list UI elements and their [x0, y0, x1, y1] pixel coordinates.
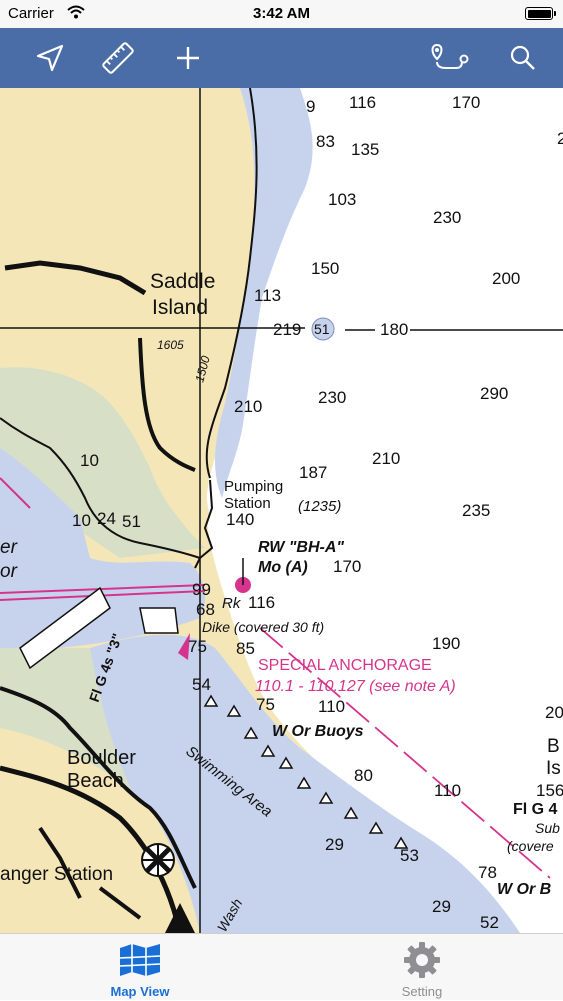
place-label-island: Island: [152, 296, 208, 319]
place-label-b: B: [547, 736, 560, 757]
battery-icon: [525, 7, 556, 20]
status-bar: Carrier 3:42 AM: [0, 0, 563, 28]
place-label-special: SPECIAL ANCHORAGE: [258, 657, 432, 674]
depth-sounding: 116: [248, 593, 275, 612]
place-label-beach: Beach: [67, 770, 124, 792]
depth-sounding: 210: [372, 449, 400, 468]
place-label-wor: W Or B: [497, 881, 551, 898]
place-label-is: Is: [546, 758, 561, 779]
depth-sounding: 20: [545, 703, 563, 722]
depth-sounding: 85: [236, 639, 255, 658]
place-label-mo: Mo (A): [258, 559, 308, 576]
place-label-or: or: [0, 561, 18, 582]
ruler-icon[interactable]: [100, 40, 136, 76]
place-label-ranger: anger Station: [0, 864, 113, 885]
depth-sounding: 29: [432, 897, 451, 916]
depth-sounding: 235: [462, 501, 490, 520]
tab-bar: Map View Setting: [0, 933, 563, 1000]
depth-sounding: 190: [432, 634, 460, 653]
depth-sounding: 53: [400, 846, 419, 865]
depth-sounding: 54: [192, 675, 211, 694]
depth-sounding: 83: [316, 132, 335, 151]
depth-sounding: 170: [333, 557, 361, 576]
depth-sounding: 103: [328, 190, 356, 209]
search-icon[interactable]: [505, 40, 541, 76]
place-label-dike: Dike (covered 30 ft): [202, 619, 324, 635]
depth-sounding: 116: [349, 93, 376, 112]
depth-sounding: 150: [311, 259, 339, 278]
depth-sounding: 290: [480, 384, 508, 403]
depth-sounding: 113: [254, 286, 281, 305]
dike-structure: [139, 607, 179, 634]
place-label-boulder: Boulder: [67, 747, 136, 769]
tab-label-setting: Setting: [401, 984, 443, 999]
depth-sounding: 219: [273, 320, 301, 339]
place-label-flg4: Fl G 4: [513, 801, 558, 818]
depth-sounding: 29: [325, 835, 344, 854]
place-label-h1605: 1605: [157, 338, 184, 352]
depth-sounding: 230: [433, 208, 461, 227]
depth-sounding: 52: [480, 913, 499, 932]
depth-sounding: 110: [434, 781, 461, 800]
tab-map-view[interactable]: Map View: [70, 934, 210, 1001]
place-label-er: er: [0, 537, 18, 558]
depth-sounding: 51: [122, 512, 141, 531]
depth-sounding: 110: [318, 697, 345, 716]
place-label-covered: (covere: [507, 838, 554, 854]
depth-sounding: 10: [72, 511, 91, 530]
depth-sounding: 99: [192, 580, 211, 599]
depth-sounding: 156: [536, 781, 563, 800]
gear-icon: [400, 942, 444, 978]
tab-label-map-view: Map View: [110, 984, 170, 999]
depth-sounding: 10: [80, 451, 99, 470]
depth-sounding: 170: [452, 93, 480, 112]
plus-icon[interactable]: [170, 40, 206, 76]
place-label-c51: 51: [314, 321, 330, 337]
depth-sounding: 187: [299, 463, 327, 482]
place-label-saddle: Saddle: [150, 270, 215, 293]
location-arrow-icon[interactable]: [32, 40, 68, 76]
route-icon[interactable]: [428, 40, 472, 76]
depth-sounding: 75: [256, 695, 275, 714]
place-label-range: 110.1 - 110.127 (see note A): [255, 678, 456, 695]
chart-canvas[interactable]: Saddle Island BoulderBeach anger Station Pum…: [0, 88, 563, 933]
depth-sounding: 9: [306, 97, 315, 116]
depth-sounding: 230: [318, 388, 346, 407]
status-time: 3:42 AM: [253, 5, 310, 22]
place-label-pumping: Pumping: [224, 478, 283, 495]
place-label-rw: RW "BH-A": [258, 539, 344, 556]
map-toolbar: [0, 28, 563, 88]
ranger-station-icon: [141, 843, 175, 877]
place-label-buoys: W Or Buoys: [272, 723, 364, 740]
nautical-chart[interactable]: Saddle Island Boulder Beach anger Station Pum…: [0, 88, 563, 933]
map-icon: [118, 942, 162, 978]
depth-sounding: 75: [188, 637, 207, 656]
depth-sounding: 78: [478, 863, 497, 882]
place-label-rk: Rk: [222, 595, 242, 612]
depth-sounding: 2: [557, 129, 563, 148]
depth-sounding: 210: [234, 397, 262, 416]
depth-sounding: 200: [492, 269, 520, 288]
place-label-h1235: (1235): [298, 498, 341, 515]
depth-sounding: 180: [380, 320, 408, 339]
depth-sounding: 140: [226, 510, 254, 529]
depth-sounding: 68: [196, 600, 215, 619]
depth-sounding: 80: [354, 766, 373, 785]
depth-sounding: 24: [97, 509, 116, 528]
tab-setting[interactable]: Setting: [352, 934, 492, 1001]
place-label-sub: Sub: [535, 820, 560, 836]
depth-sounding: 135: [351, 140, 379, 159]
